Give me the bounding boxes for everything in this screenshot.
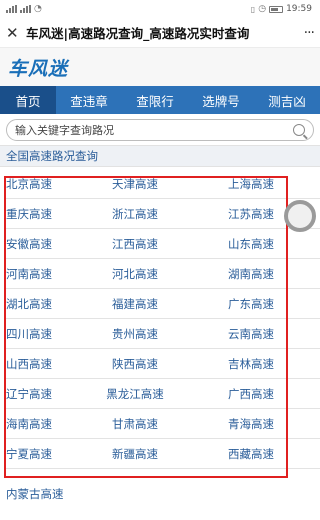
signal-icon: [6, 5, 17, 13]
main-nav: 首页 查违章 查限行 选牌号 测吉凶: [0, 86, 320, 114]
search-icon[interactable]: [293, 124, 305, 136]
highway-link[interactable]: 贵州高速: [92, 326, 188, 342]
nav-item-plates[interactable]: 选牌号: [188, 86, 254, 114]
brand-bar: 车风迷: [0, 48, 320, 86]
close-icon[interactable]: ✕: [6, 24, 26, 42]
highway-link[interactable]: 河南高速: [0, 266, 92, 282]
battery-icon: [269, 5, 284, 13]
highway-link[interactable]: 黑龙江高速: [92, 386, 188, 402]
highway-row: 河南高速 河北高速 湖南高速: [0, 259, 320, 289]
highway-row: 四川高速 贵州高速 云南高速: [0, 319, 320, 349]
alarm-icon: ◷: [258, 4, 267, 14]
highway-row: 重庆高速 浙江高速 江苏高速: [0, 199, 320, 229]
status-time: 19:59: [286, 4, 312, 14]
highway-link[interactable]: 北京高速: [0, 176, 92, 192]
grid-edge-mask: [0, 169, 6, 469]
highway-row: 山西高速 陕西高速 吉林高速: [0, 349, 320, 379]
nav-item-fortune[interactable]: 测吉凶: [254, 86, 320, 114]
highway-grid: 北京高速 天津高速 上海高速 重庆高速 浙江高速 江苏高速 安徽高速 江西高速 山东高速 河南高速…: [0, 169, 320, 469]
nav-item-home[interactable]: 首页: [0, 86, 56, 114]
highway-link[interactable]: 湖北高速: [0, 296, 92, 312]
page-title: 车风迷|高速路况查询_高速路况实时查询: [26, 26, 250, 41]
highway-link[interactable]: 河北高速: [92, 266, 188, 282]
wifi-icon: ◔: [34, 4, 42, 14]
highway-link[interactable]: 内蒙古高速: [6, 486, 64, 502]
highway-link[interactable]: 广东高速: [188, 296, 320, 312]
highway-link[interactable]: 山西高速: [0, 356, 92, 372]
nav-item-violations[interactable]: 查违章: [56, 86, 122, 114]
highway-link[interactable]: 陕西高速: [92, 356, 188, 372]
highway-link[interactable]: 浙江高速: [92, 206, 188, 222]
highway-link[interactable]: 宁夏高速: [0, 446, 92, 462]
highway-link[interactable]: 青海高速: [188, 416, 320, 432]
highway-link[interactable]: 四川高速: [0, 326, 92, 342]
highway-link[interactable]: 江西高速: [92, 236, 188, 252]
signal-icon-2: [20, 5, 31, 13]
highway-row: 安徽高速 江西高速 山东高速: [0, 229, 320, 259]
highway-link[interactable]: 西藏高速: [188, 446, 320, 462]
vibrate-icon: ▯: [250, 4, 256, 14]
highway-link[interactable]: 新疆高速: [92, 446, 188, 462]
highway-link[interactable]: 辽宁高速: [0, 386, 92, 402]
highway-link[interactable]: 安徽高速: [0, 236, 92, 252]
status-left: ◔: [6, 4, 42, 14]
highway-link[interactable]: 甘肃高速: [92, 416, 188, 432]
highway-link[interactable]: 广西高速: [188, 386, 320, 402]
highway-link[interactable]: 湖南高速: [188, 266, 320, 282]
more-menu-icon[interactable]: ···: [296, 25, 315, 41]
search-box: [6, 119, 314, 141]
highway-row: 湖北高速 福建高速 广东高速: [0, 289, 320, 319]
status-right: ▯ ◷ 19:59: [251, 4, 312, 14]
scroll-handle[interactable]: [284, 200, 316, 232]
highway-row: 海南高速 甘肃高速 青海高速: [0, 409, 320, 439]
highway-link[interactable]: 上海高速: [188, 176, 320, 192]
site-logo[interactable]: 车风迷: [8, 54, 68, 81]
highway-link[interactable]: 海南高速: [0, 416, 92, 432]
browser-titlebar: ✕ 车风迷|高速路况查询_高速路况实时查询 ···: [0, 18, 320, 48]
nav-item-restrictions[interactable]: 查限行: [122, 86, 188, 114]
highway-row: 宁夏高速 新疆高速 西藏高速: [0, 439, 320, 469]
highway-link[interactable]: 吉林高速: [188, 356, 320, 372]
status-bar: ◔ ▯ ◷ 19:59: [0, 0, 320, 18]
highway-link[interactable]: 天津高速: [92, 176, 188, 192]
highway-link[interactable]: 山东高速: [188, 236, 320, 252]
section-header: 全国高速路况查询: [0, 145, 320, 167]
search-wrap: [0, 114, 320, 145]
highway-link[interactable]: 福建高速: [92, 296, 188, 312]
highway-row: 辽宁高速 黑龙江高速 广西高速: [0, 379, 320, 409]
highway-link[interactable]: 重庆高速: [0, 206, 92, 222]
search-input[interactable]: [15, 123, 293, 137]
highway-row: 北京高速 天津高速 上海高速: [0, 169, 320, 199]
highway-link[interactable]: 云南高速: [188, 326, 320, 342]
